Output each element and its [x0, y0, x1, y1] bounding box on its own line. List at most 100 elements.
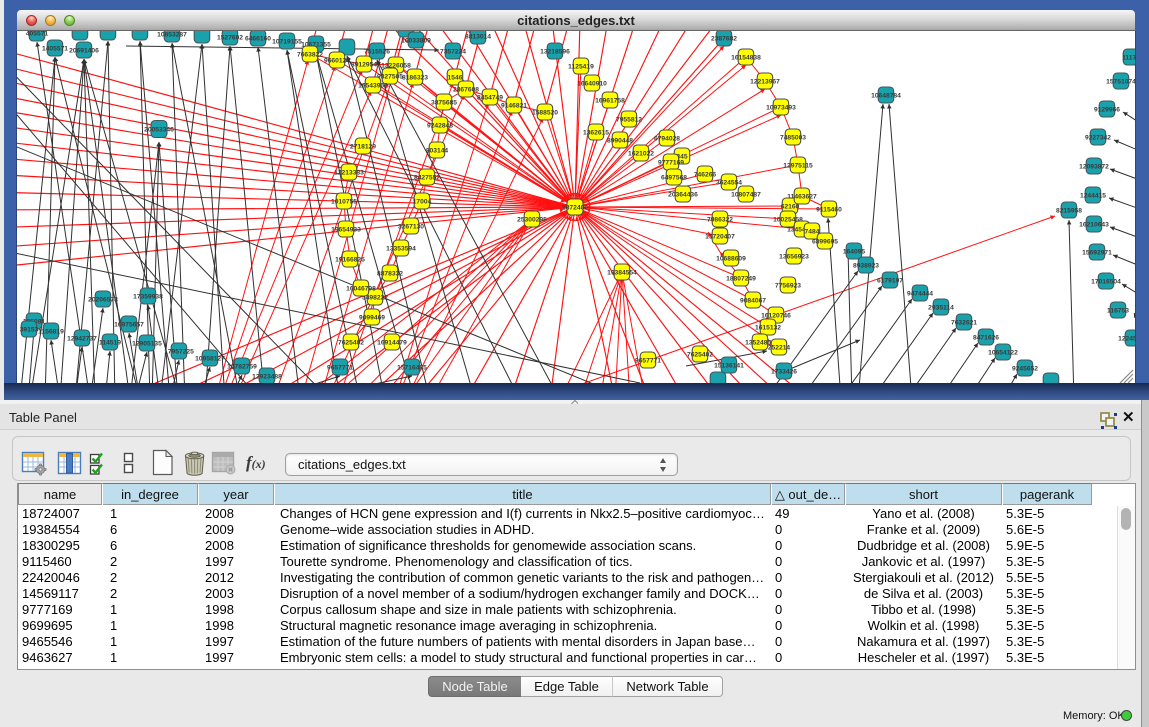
svg-text:6497568: 6497568 — [661, 174, 687, 181]
svg-text:16154838: 16154838 — [731, 54, 761, 61]
svg-text:6466160: 6466160 — [245, 35, 271, 42]
svg-text:15136141: 15136141 — [714, 362, 744, 369]
svg-text:10973493: 10973493 — [766, 104, 796, 111]
svg-text:3624554: 3624554 — [716, 179, 742, 186]
svg-text:16210643: 16210643 — [1079, 221, 1109, 228]
svg-text:18807249: 18807249 — [726, 275, 756, 282]
svg-text:1621022: 1621022 — [628, 150, 654, 157]
svg-text:7632621: 7632621 — [951, 319, 977, 326]
svg-text:9129966: 9129966 — [1094, 106, 1120, 113]
svg-text:8813014: 8813014 — [465, 33, 491, 40]
svg-text:7484: 7484 — [805, 228, 820, 235]
svg-text:10719155: 10719155 — [272, 38, 302, 45]
svg-text:1546: 1546 — [448, 74, 463, 81]
svg-text:2935114: 2935114 — [928, 304, 954, 311]
svg-text:9099469: 9099469 — [359, 314, 385, 321]
svg-text:1156819: 1156819 — [38, 328, 64, 335]
svg-text:1405571: 1405571 — [42, 45, 68, 52]
svg-text:9777169: 9777169 — [658, 159, 684, 166]
svg-text:9657771: 9657771 — [635, 357, 661, 364]
svg-text:20364436: 20364436 — [668, 191, 698, 198]
svg-text:3267130: 3267130 — [398, 223, 424, 230]
svg-text:1125419: 1125419 — [568, 63, 594, 70]
svg-text:9474444: 9474444 — [907, 290, 933, 297]
svg-text:10654122: 10654122 — [988, 349, 1018, 356]
svg-text:8471626: 8471626 — [973, 334, 999, 341]
svg-text:8990448: 8990448 — [607, 137, 633, 144]
svg-text:803144: 803144 — [426, 147, 449, 154]
svg-text:20691406: 20691406 — [69, 47, 99, 54]
svg-text:15692971: 15692971 — [1082, 249, 1112, 256]
svg-text:2867608: 2867608 — [453, 86, 479, 93]
svg-text:8186323: 8186323 — [402, 74, 428, 81]
svg-text:39153: 39153 — [20, 326, 39, 333]
svg-text:12093872: 12093872 — [1079, 163, 1109, 170]
svg-text:6899695: 6899695 — [812, 238, 838, 245]
svg-text:7625402: 7625402 — [687, 351, 713, 358]
svg-text:1244415: 1244415 — [1080, 192, 1106, 199]
svg-text:6794028: 6794028 — [654, 135, 680, 142]
svg-text:2387682: 2387682 — [711, 35, 737, 42]
svg-text:9084067: 9084067 — [740, 297, 766, 304]
svg-text:8454749: 8454749 — [477, 94, 503, 101]
svg-text:12245612: 12245612 — [1118, 335, 1135, 342]
svg-text:11173: 11173 — [1122, 54, 1135, 61]
svg-text:9245652: 9245652 — [1012, 365, 1038, 372]
svg-text:7515526: 7515526 — [364, 48, 390, 55]
svg-text:9227342: 9227342 — [1085, 134, 1111, 141]
svg-text:9242848: 9242848 — [427, 122, 453, 129]
svg-text:7986322: 7986322 — [707, 216, 733, 223]
svg-text:7357224: 7357224 — [440, 48, 466, 55]
svg-text:13656923: 13656923 — [779, 253, 809, 260]
svg-text:16640910: 16640910 — [577, 80, 607, 87]
svg-text:3875685: 3875685 — [431, 99, 457, 106]
svg-text:16961758: 16961758 — [595, 97, 625, 104]
svg-text:15751074: 15751074 — [1106, 78, 1135, 85]
svg-text:116753: 116753 — [1107, 307, 1129, 314]
svg-text:17004: 17004 — [413, 198, 432, 205]
svg-text:16046798: 16046798 — [346, 285, 376, 292]
svg-text:7625402: 7625402 — [338, 339, 364, 346]
svg-text:7663822: 7663822 — [297, 51, 323, 58]
svg-text:20206578: 20206578 — [88, 296, 118, 303]
svg-text:19654933: 19654933 — [331, 226, 361, 233]
svg-text:1872400: 1872400 — [562, 204, 588, 211]
svg-text:9657771: 9657771 — [327, 364, 353, 371]
svg-text:17359938: 17359938 — [133, 293, 163, 300]
svg-text:6179197: 6179197 — [877, 277, 903, 284]
svg-text:1010755: 1010755 — [331, 198, 357, 205]
svg-text:9146821: 9146821 — [501, 102, 527, 109]
svg-text:17957225: 17957225 — [164, 348, 194, 355]
svg-text:16543962: 16543962 — [358, 82, 388, 89]
svg-text:7955812: 7955812 — [616, 116, 642, 123]
svg-text:12905135: 12905135 — [132, 340, 162, 347]
svg-text:11463627: 11463627 — [787, 193, 817, 200]
svg-text:1615132: 1615132 — [755, 324, 781, 331]
svg-text:164095: 164095 — [843, 248, 866, 255]
svg-text:20053346: 20053346 — [144, 126, 174, 133]
svg-text:10688609: 10688609 — [716, 255, 746, 262]
svg-text:746266: 746266 — [694, 171, 717, 178]
svg-text:10958127: 10958127 — [195, 355, 225, 362]
svg-text:12942737: 12942737 — [67, 335, 97, 342]
svg-text:16914479: 16914479 — [377, 339, 407, 346]
svg-text:1527602: 1527602 — [217, 34, 243, 41]
svg-text:13218596: 13218596 — [540, 48, 570, 55]
svg-text:10853287: 10853287 — [157, 31, 187, 38]
svg-text:9115460: 9115460 — [816, 206, 842, 213]
svg-text:12213967: 12213967 — [750, 78, 780, 85]
svg-text:10648784: 10648784 — [871, 92, 901, 99]
svg-text:15716485: 15716485 — [397, 364, 427, 371]
svg-text:8878332: 8878332 — [377, 270, 403, 277]
svg-text:17016504: 17016504 — [1091, 278, 1121, 285]
svg-text:1733426: 1733426 — [771, 368, 797, 375]
svg-text:2718129: 2718129 — [350, 143, 376, 150]
svg-text:12923488: 12923488 — [252, 373, 282, 380]
svg-text:7485003: 7485003 — [780, 134, 806, 141]
svg-text:1588520: 1588520 — [532, 109, 558, 116]
svg-text:15720407: 15720407 — [705, 233, 735, 240]
svg-text:1362615: 1362615 — [583, 129, 609, 136]
svg-text:252214: 252214 — [768, 344, 791, 351]
svg-text:9327505: 9327505 — [377, 73, 403, 80]
svg-text:10807487: 10807487 — [731, 191, 761, 198]
